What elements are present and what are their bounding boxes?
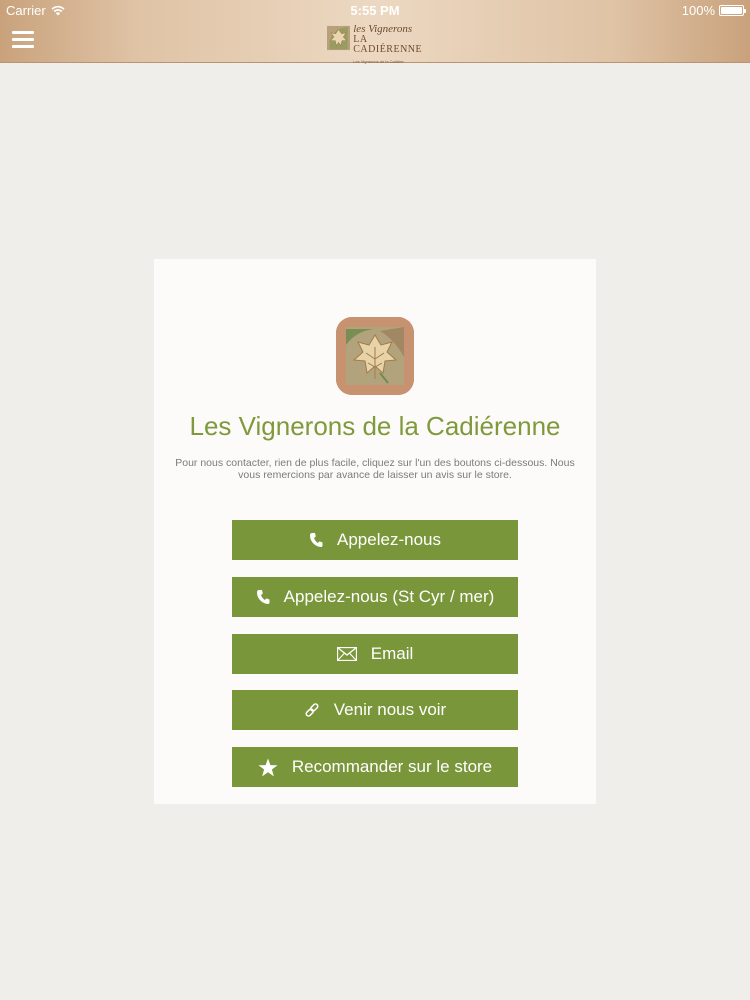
phone-icon xyxy=(256,590,270,604)
brand-line-2: LA CADIÉRENNE xyxy=(353,34,423,55)
battery-label: 100% xyxy=(681,3,715,18)
call-button[interactable]: Appelez-nous xyxy=(232,520,518,560)
visit-button[interactable]: Venir nous voir xyxy=(232,690,518,730)
contact-card: Les Vignerons de la Cadiérenne Pour nous… xyxy=(154,259,596,804)
battery-group: 100% xyxy=(681,3,746,18)
phone-icon xyxy=(310,533,323,547)
brand-leaf-icon xyxy=(327,25,351,51)
status-bar: Carrier 5:55 PM 100% xyxy=(0,0,750,20)
visit-button-label: Venir nous voir xyxy=(333,700,447,719)
call-st-cyr-button[interactable]: Appelez-nous (St Cyr / mer) xyxy=(232,577,518,617)
battery-icon xyxy=(719,5,746,16)
envelope-icon xyxy=(336,647,357,661)
recommend-store-button[interactable]: Recommander sur le store xyxy=(232,747,518,787)
card-description: Pour nous contacter, rien de plus facile… xyxy=(175,457,575,481)
brand-text: les Vignerons LA CADIÉRENNE Les Vigneron… xyxy=(353,24,427,64)
call-st-cyr-button-label: Appelez-nous (St Cyr / mer) xyxy=(283,587,495,606)
app-icon-art xyxy=(336,317,414,395)
star-icon xyxy=(258,758,278,776)
top-bar: Carrier 5:55 PM 100% les Vignerons LA CA… xyxy=(0,0,750,64)
card-title: Les Vignerons de la Cadiérenne xyxy=(189,411,561,441)
hamburger-icon[interactable] xyxy=(12,31,34,49)
recommend-store-button-label: Recommander sur le store xyxy=(291,757,493,776)
call-button-label: Appelez-nous xyxy=(337,530,441,549)
email-button[interactable]: Email xyxy=(232,634,518,674)
brand-logo: les Vignerons LA CADIÉRENNE Les Vigneron… xyxy=(327,24,427,64)
brand-tagline: Les Vignerons de la Cadière xyxy=(353,59,404,64)
link-icon xyxy=(305,703,319,717)
status-time: 5:55 PM xyxy=(350,3,400,18)
email-button-label: Email xyxy=(370,644,414,663)
grape-leaf-icon xyxy=(336,317,414,395)
